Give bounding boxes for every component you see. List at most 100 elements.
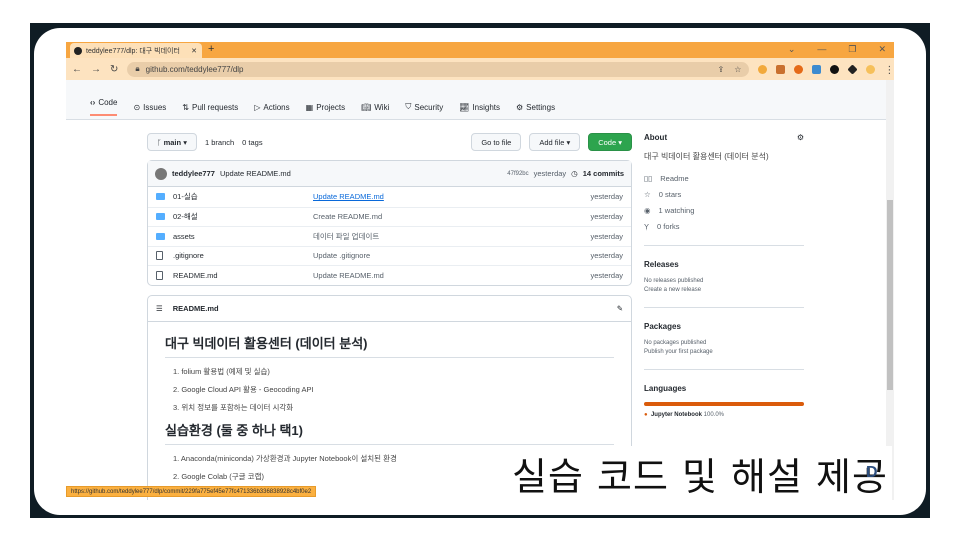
file-row[interactable]: 02-해설 Create README.md yesterday: [148, 206, 631, 227]
repo-nav: ‹› Code ⊙ Issues ⇅ Pull requests ▷ Actions ▦…: [90, 98, 555, 116]
puzzle-icon[interactable]: [847, 63, 858, 75]
file-time: yesterday: [590, 231, 623, 241]
eye-icon: ◉: [644, 206, 651, 215]
folder-icon: [156, 193, 165, 201]
extension-icon[interactable]: [794, 64, 804, 74]
file-commit-message[interactable]: Update .gitignore: [313, 251, 370, 260]
file-name[interactable]: 02-해설: [173, 211, 313, 222]
forks-link[interactable]: Ỵ0 forks: [644, 222, 804, 231]
tab-wiki[interactable]: 📖︎ Wiki: [361, 98, 389, 116]
releases-heading[interactable]: Releases: [644, 260, 804, 269]
file-commit-message[interactable]: Create README.md: [313, 212, 382, 221]
file-name[interactable]: assets: [173, 232, 313, 241]
file-commit-message[interactable]: Update README.md: [313, 271, 384, 280]
tab-issues[interactable]: ⊙ Issues: [133, 98, 166, 116]
commit-time: yesterday: [533, 169, 567, 178]
commits-link[interactable]: 14 commits: [583, 169, 624, 178]
reload-icon[interactable]: ↻: [110, 64, 118, 75]
list-item: 2. Google Cloud API 활용 - Geocoding API: [173, 384, 314, 394]
project-icon: ▦: [305, 102, 314, 112]
file-name[interactable]: 01-실습: [173, 191, 313, 202]
pr-icon: ⇅: [182, 102, 189, 112]
minimize-button[interactable]: —: [817, 44, 826, 55]
file-name[interactable]: .gitignore: [173, 251, 313, 260]
tab-title: teddylee777/dlp: 대구 빅데이터: [86, 47, 180, 55]
bookmark-star-icon[interactable]: ☆: [734, 65, 741, 74]
packages-heading[interactable]: Packages: [644, 322, 804, 331]
back-icon[interactable]: ←: [72, 64, 82, 75]
commit-message[interactable]: Update README.md: [220, 169, 291, 178]
readme-heading: 실습환경 (둘 중 하나 택1): [165, 420, 614, 445]
close-window-button[interactable]: ✕: [878, 44, 886, 55]
publish-package-link[interactable]: Publish your first package: [644, 349, 804, 355]
scrollbar[interactable]: [886, 80, 894, 500]
file-row[interactable]: 01-실습 Update README.md yesterday: [148, 187, 631, 207]
file-list: teddylee777 Update README.md 47f92bc yes…: [147, 160, 632, 286]
file-commit-message[interactable]: 데이터 파일 업데이트: [313, 231, 379, 242]
stars-link[interactable]: ☆ 0 stars: [644, 190, 804, 199]
scrollbar-thumb[interactable]: [887, 200, 893, 390]
main-column: ᚴ main ▾ 1 branch 0 tags Go to file Add …: [147, 133, 632, 500]
watching-link[interactable]: ◉ 1 watching: [644, 206, 804, 215]
fork-icon: Ỵ: [644, 222, 650, 231]
code-button[interactable]: Code ▾: [588, 133, 632, 151]
tab-insights[interactable]: 📈︎ Insights: [459, 98, 500, 116]
file-icon: [156, 251, 163, 261]
extension-icon[interactable]: [776, 64, 786, 74]
create-release-link[interactable]: Create a new release: [644, 287, 804, 293]
history-icon: ◷: [571, 169, 578, 178]
menu-icon[interactable]: ⋮: [884, 65, 894, 76]
github-page: ‹› Code ⊙ Issues ⇅ Pull requests ▷ Actions ▦…: [66, 80, 886, 500]
close-tab-icon[interactable]: ✕: [191, 47, 197, 55]
file-row[interactable]: README.md Update README.md yesterday: [148, 265, 631, 285]
extension-icon[interactable]: [758, 64, 768, 74]
file-name[interactable]: README.md: [173, 271, 313, 280]
add-file-button[interactable]: Add file ▾: [529, 133, 581, 151]
lock-icon: 🔒︎: [135, 64, 140, 73]
forward-icon[interactable]: →: [91, 64, 101, 75]
tab-settings[interactable]: ⚙ Settings: [516, 98, 555, 116]
go-to-file-button[interactable]: Go to file: [471, 133, 522, 151]
tab-projects[interactable]: ▦ Projects: [306, 98, 345, 116]
profile-avatar[interactable]: [866, 64, 876, 74]
tab-actions[interactable]: ▷ Actions: [254, 98, 289, 116]
file-row[interactable]: .gitignore Update .gitignore yesterday: [148, 245, 631, 266]
extension-icon[interactable]: [830, 64, 840, 74]
tab-bar: teddylee777/dlp: 대구 빅데이터 ✕ + ⌄ — ❐ ✕: [66, 42, 894, 58]
play-icon: ▷: [254, 102, 261, 112]
tab-pull-requests[interactable]: ⇅ Pull requests: [182, 98, 238, 116]
tags-link[interactable]: 0 tags: [242, 138, 262, 147]
extension-icon[interactable]: [812, 64, 822, 74]
toc-icon[interactable]: ☰: [156, 304, 163, 313]
readme-link[interactable]: ▯▯ Readme: [644, 174, 804, 183]
repo-header: ‹› Code ⊙ Issues ⇅ Pull requests ▷ Actions ▦…: [66, 80, 886, 120]
file-commit-message[interactable]: Update README.md: [313, 192, 384, 201]
book-icon: 📖︎: [361, 102, 372, 112]
graph-icon: 📈︎: [459, 102, 470, 112]
repo-description: 대구 빅데이터 활용센터 (데이터 분석): [644, 152, 769, 161]
browser-tab[interactable]: teddylee777/dlp: 대구 빅데이터 ✕: [70, 43, 202, 58]
new-tab-button[interactable]: +: [208, 43, 214, 55]
tab-security[interactable]: ⛉ Security: [405, 98, 443, 116]
maximize-button[interactable]: ❐: [848, 44, 856, 55]
packages-empty: No packages published: [644, 340, 707, 346]
commit-author[interactable]: teddylee777: [172, 169, 215, 178]
gear-icon: ⚙: [516, 102, 524, 112]
folder-icon: [156, 213, 165, 221]
address-bar[interactable]: 🔒︎ github.com/teddylee777/dlp ⇪ ☆: [127, 61, 750, 77]
file-row[interactable]: assets 데이터 파일 업데이트 yesterday: [148, 226, 631, 246]
branches-link[interactable]: 1 branch: [205, 138, 234, 147]
branch-select[interactable]: ᚴ main ▾: [147, 133, 197, 151]
tab-search-icon[interactable]: ⌄: [788, 44, 796, 55]
tab-code[interactable]: ‹› Code: [90, 98, 118, 116]
readme-heading: 대구 빅데이터 활용센터 (데이터 분석): [165, 333, 614, 358]
commit-hash[interactable]: 47f92bc: [507, 171, 528, 177]
code-icon: ‹›: [90, 98, 96, 107]
avatar[interactable]: [155, 167, 167, 180]
list-item: 1. folium 활용법 (예제 및 실습): [173, 366, 270, 376]
share-icon[interactable]: ⇪: [718, 65, 725, 74]
gear-icon[interactable]: ⚙: [797, 133, 804, 142]
edit-pencil-icon[interactable]: ✎: [617, 304, 623, 313]
issue-icon: ⊙: [133, 102, 141, 112]
language-item[interactable]: ● Jupyter Notebook 100.0%: [644, 412, 804, 418]
